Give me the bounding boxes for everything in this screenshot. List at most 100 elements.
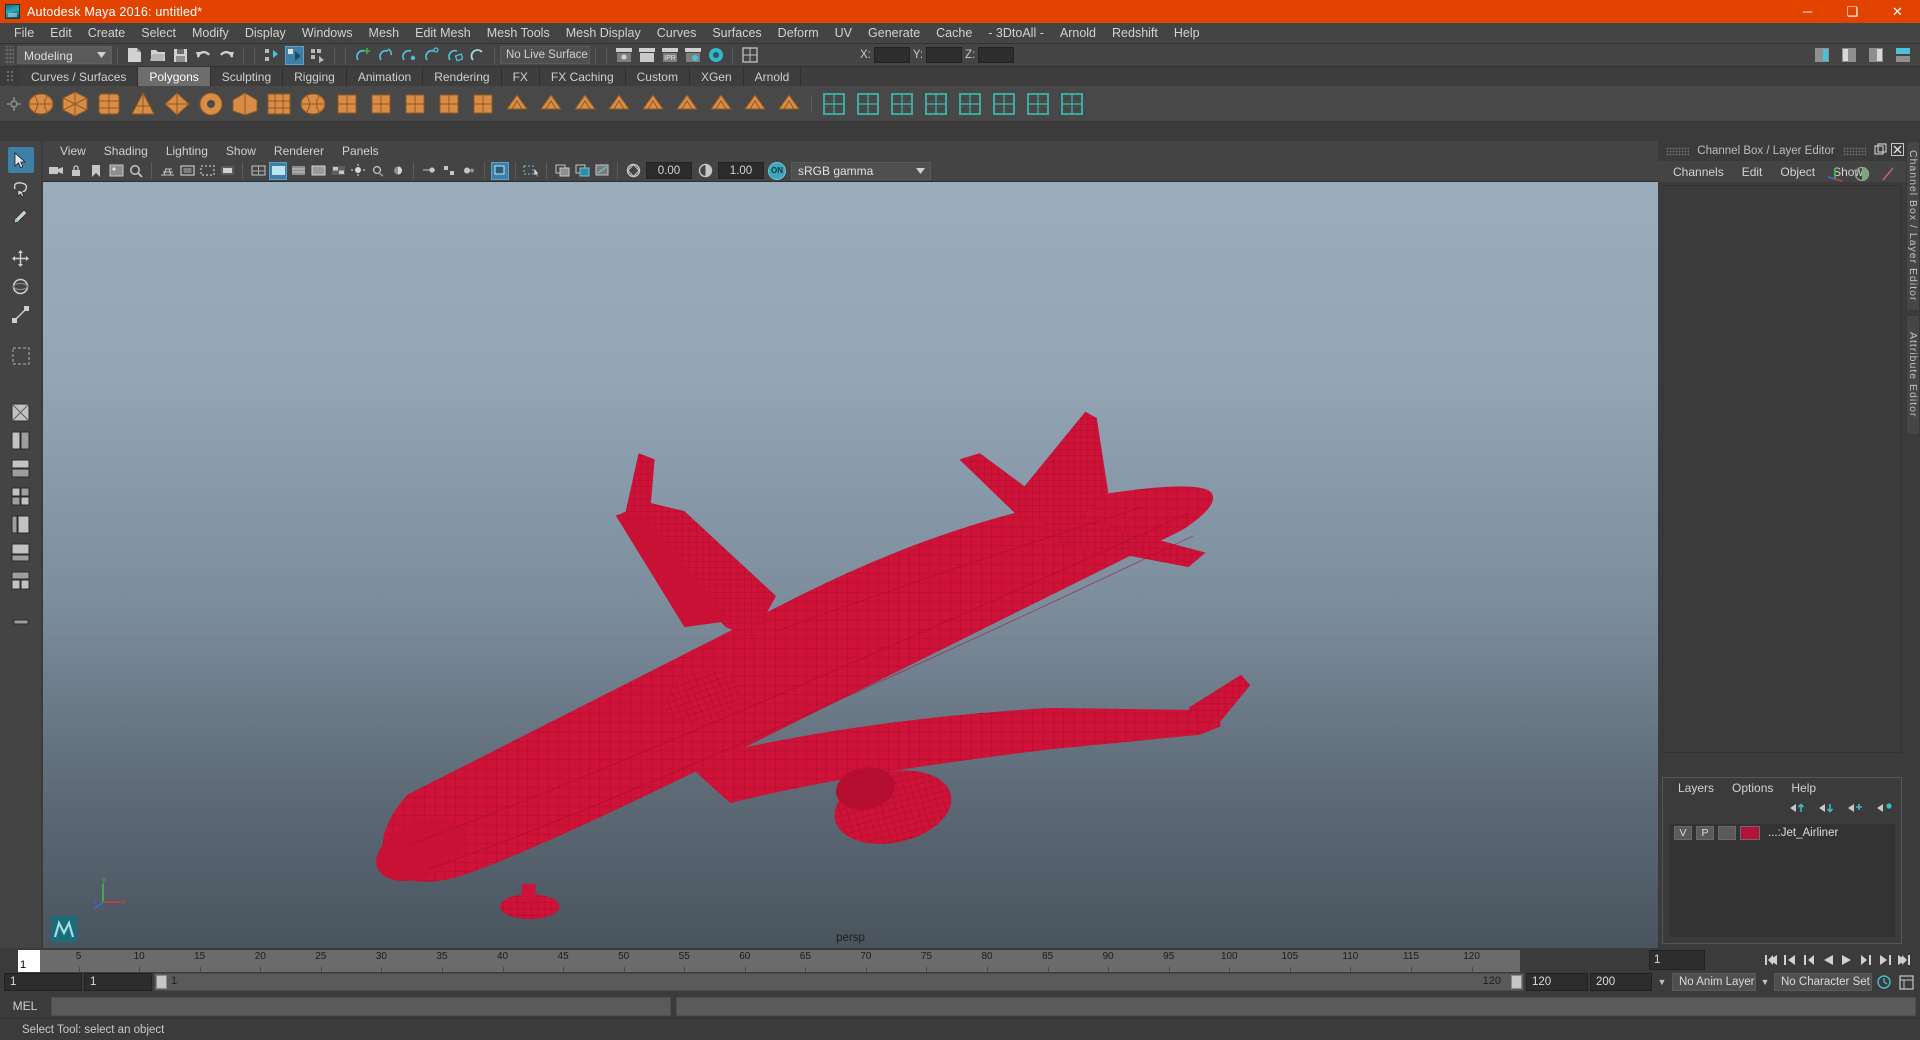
menu-item-edit-mesh[interactable]: Edit Mesh (407, 23, 479, 44)
sidebar-channel-icon[interactable] (1866, 46, 1885, 65)
layer-menu-help[interactable]: Help (1782, 781, 1825, 795)
channel-menu-object[interactable]: Object (1771, 165, 1824, 179)
chevron-down-icon[interactable] (910, 162, 930, 179)
select-tool-button[interactable] (7, 147, 34, 173)
single-pane-layout-icon[interactable] (8, 399, 34, 425)
select-component-icon[interactable] (308, 46, 327, 65)
gamma-icon[interactable] (696, 162, 714, 180)
shelf-tab-curves-surfaces[interactable]: Curves / Surfaces (20, 67, 139, 86)
two-pane-side-layout-icon[interactable] (8, 427, 34, 453)
snap-view-plane-icon[interactable] (445, 46, 464, 65)
rotate-tool-button[interactable] (8, 273, 34, 299)
textured-icon[interactable] (329, 162, 347, 180)
move-layer-down-icon[interactable] (1818, 802, 1835, 817)
poly-crease-icon[interactable] (774, 89, 804, 119)
layer-row[interactable]: V P ...:Jet_Airliner (1669, 824, 1895, 842)
sculpt-tool-icon[interactable] (819, 89, 849, 119)
ipr-render-icon[interactable]: IPR (660, 46, 679, 65)
shadows-icon[interactable] (369, 162, 387, 180)
poly-cone-icon[interactable] (128, 89, 158, 119)
shelf-tab-fx-caching[interactable]: FX Caching (539, 67, 626, 86)
scale-tool-button[interactable] (8, 301, 34, 327)
lock-camera-icon[interactable] (67, 162, 85, 180)
menu-item-create[interactable]: Create (80, 23, 134, 44)
command-output[interactable] (676, 996, 1916, 1016)
step-forward-frame-icon[interactable] (1857, 950, 1874, 970)
ambient-occlusion-icon[interactable] (389, 162, 407, 180)
toolbar-grip[interactable] (5, 45, 14, 65)
smooth-shade-icon[interactable] (269, 161, 287, 180)
paint-select-tool-button[interactable] (8, 203, 34, 229)
play-forwards-icon[interactable] (1838, 950, 1855, 970)
time-slider[interactable]: 5 10 15 20 25 30 35 40 45 50 55 60 65 70 75 80 85 90 95 100… (18, 950, 1520, 972)
poly-triangulate-icon[interactable] (638, 89, 668, 119)
shelf-menu-icon[interactable] (0, 67, 20, 86)
menu-item-redshift[interactable]: Redshift (1104, 23, 1166, 44)
go-to-end-icon[interactable] (1895, 950, 1912, 970)
poly-smooth-icon[interactable] (604, 89, 634, 119)
poly-combine-icon[interactable] (332, 89, 362, 119)
menu-item-display[interactable]: Display (237, 23, 294, 44)
poly-cube-icon[interactable] (60, 89, 90, 119)
poly-separate-icon[interactable] (366, 89, 396, 119)
poly-bevel-icon[interactable] (468, 89, 498, 119)
grid-toggle-icon[interactable] (158, 162, 176, 180)
character-set-dropdown[interactable]: No Character Set (1774, 973, 1872, 991)
gate-mask-icon[interactable] (218, 162, 236, 180)
make-live-icon[interactable] (468, 46, 487, 65)
live-surface-field[interactable]: No Live Surface (500, 46, 590, 64)
undo-icon[interactable] (194, 46, 213, 65)
shelf-tab-rendering[interactable]: Rendering (423, 67, 502, 86)
range-start-field[interactable]: 1 (4, 973, 82, 991)
menu-item-modify[interactable]: Modify (184, 23, 237, 44)
axis-gizmo-icon[interactable] (1827, 165, 1844, 185)
menu-item-mesh-tools[interactable]: Mesh Tools (479, 23, 558, 44)
shelf-tab-polygons[interactable]: Polygons (138, 67, 211, 86)
redo-icon[interactable] (217, 46, 236, 65)
viewport-menu-panels[interactable]: Panels (333, 144, 388, 158)
viewport-menu-renderer[interactable]: Renderer (265, 144, 333, 158)
four-pane-layout-icon[interactable] (8, 483, 34, 509)
command-input[interactable] (51, 996, 671, 1016)
play-backwards-icon[interactable] (1819, 950, 1836, 970)
menu-set-dropdown[interactable]: Modeling (17, 46, 112, 64)
multisample-icon[interactable] (440, 162, 458, 180)
uv-layout-icon[interactable] (1023, 89, 1053, 119)
xray-joints-icon[interactable] (553, 162, 571, 180)
layer-color-swatch[interactable] (1740, 826, 1760, 840)
save-scene-icon[interactable] (171, 46, 190, 65)
range-slider[interactable]: 1 120 (154, 973, 1524, 991)
hypershade-layout-icon[interactable] (8, 567, 34, 593)
anim-layer-dropdown[interactable]: No Anim Layer (1672, 973, 1756, 991)
coord-y-field[interactable] (926, 47, 963, 63)
render-view-icon[interactable] (614, 46, 633, 65)
poly-quadrangulate-icon[interactable] (672, 89, 702, 119)
viewport-menu-lighting[interactable]: Lighting (157, 144, 217, 158)
new-scene-icon[interactable] (125, 46, 144, 65)
range-handle-start[interactable] (156, 975, 167, 989)
snap-curve-icon[interactable] (376, 46, 395, 65)
vertical-tab-channel-box[interactable]: Channel Box / Layer Editor (1906, 141, 1920, 311)
exposure-field[interactable]: 0.00 (646, 162, 692, 179)
poly-torus-icon[interactable] (196, 89, 226, 119)
xray-icon[interactable] (522, 162, 540, 180)
hypershade-icon[interactable] (706, 46, 725, 65)
sidebar-layer-icon[interactable] (1893, 46, 1912, 65)
vertical-tab-attribute-editor[interactable]: Attribute Editor (1906, 315, 1920, 435)
menu-item-3dtoall[interactable]: - 3DtoAll - (980, 23, 1052, 44)
new-layer-from-selected-icon[interactable] (1876, 802, 1893, 817)
sidebar-attribute-icon[interactable] (1812, 46, 1831, 65)
poly-sphere-b-icon[interactable] (298, 89, 328, 119)
chevron-down-icon[interactable] (91, 47, 111, 63)
depth-of-field-icon[interactable] (460, 162, 478, 180)
anim-layer-chevron-down-icon[interactable]: ▼ (1758, 977, 1772, 987)
range-end-field[interactable]: 1 (84, 973, 152, 991)
two-d-pan-zoom-icon[interactable] (127, 162, 145, 180)
shelf-tab-rigging[interactable]: Rigging (283, 67, 347, 86)
shelf-tab-fx[interactable]: FX (501, 67, 540, 86)
menu-item-select[interactable]: Select (133, 23, 184, 44)
poly-wedge-icon[interactable] (740, 89, 770, 119)
range-handle-end[interactable] (1511, 975, 1522, 989)
isolate-select-icon[interactable] (491, 161, 509, 180)
shelf-options-icon[interactable] (4, 86, 24, 122)
